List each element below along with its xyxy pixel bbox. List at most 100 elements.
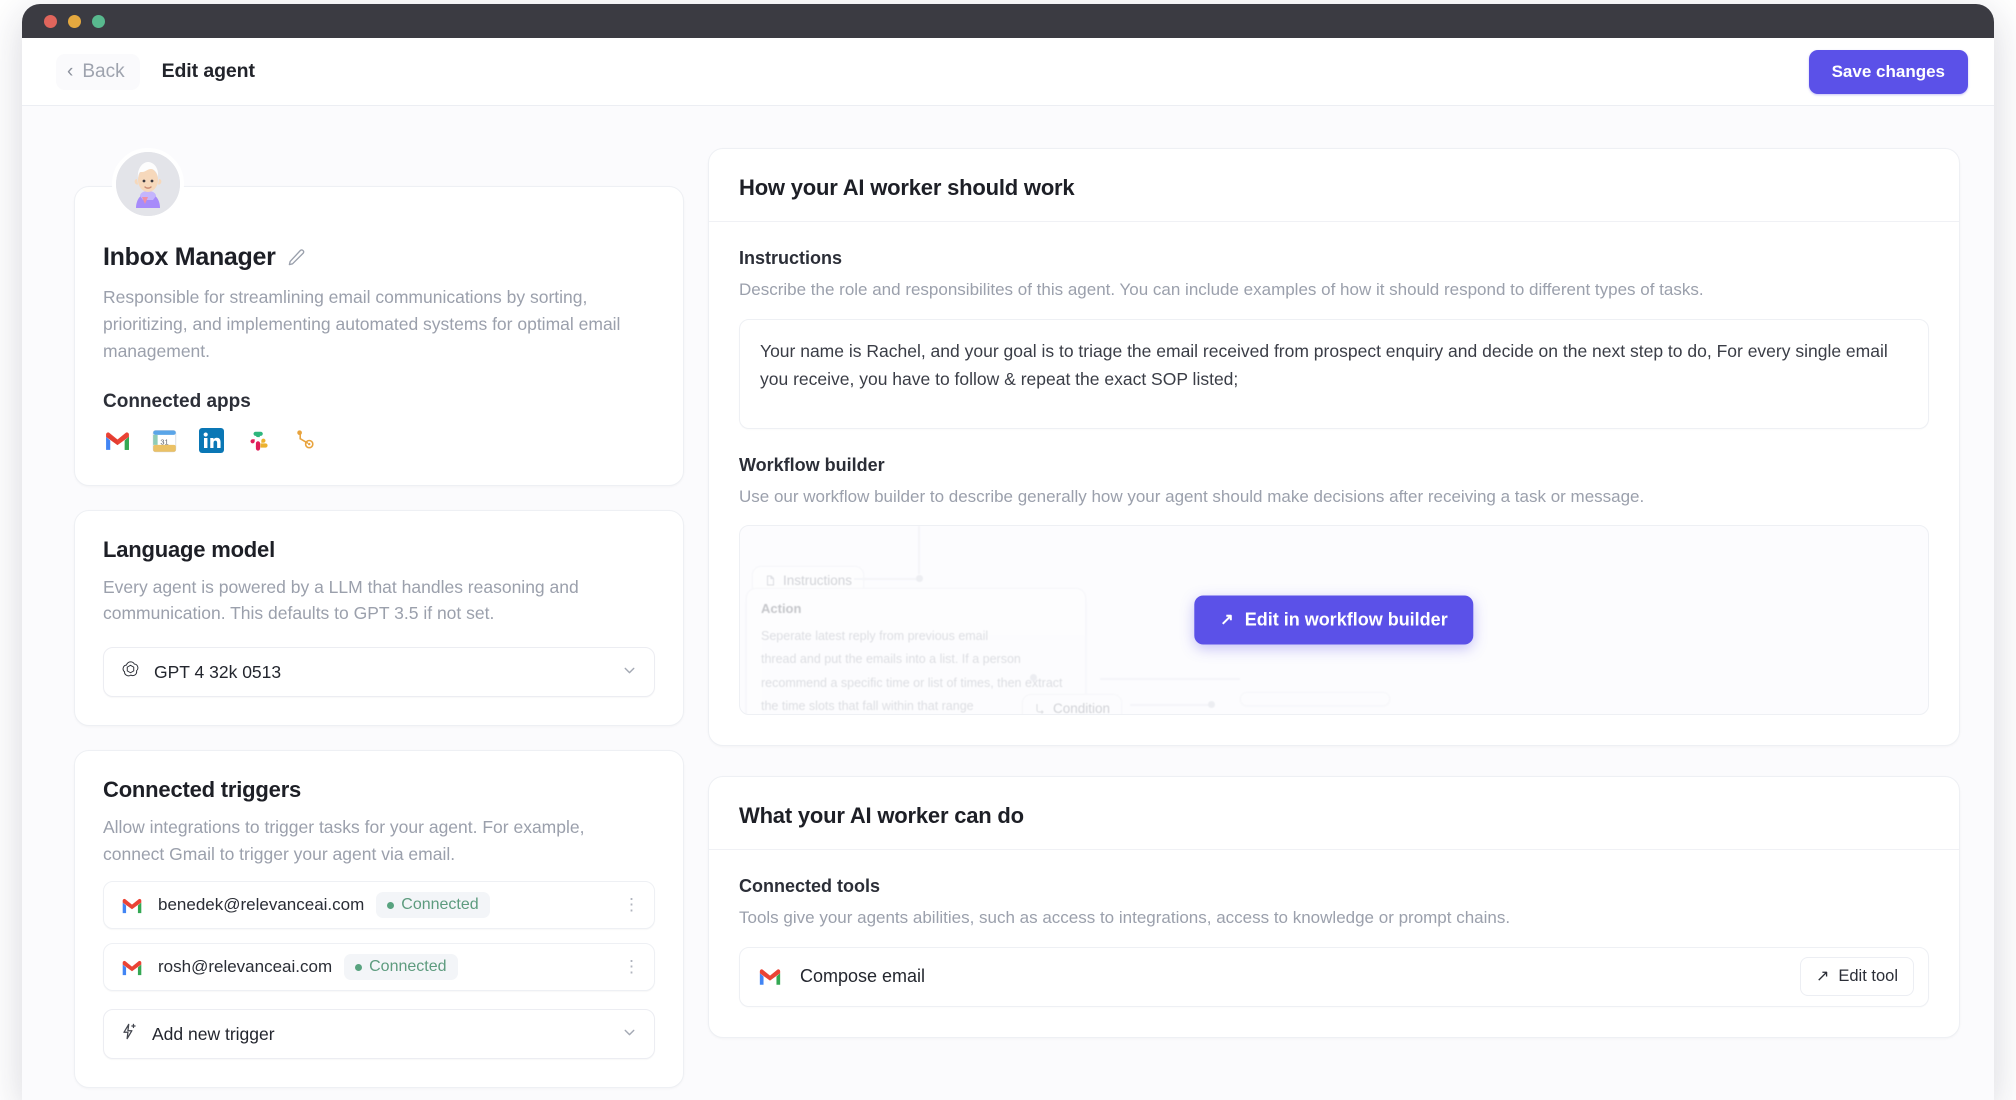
edit-tool-label: Edit tool <box>1838 967 1898 986</box>
agent-name-row: Inbox Manager <box>103 243 655 272</box>
instructions-value: Your name is Rachel, and your goal is to… <box>760 340 1888 389</box>
back-button-label: Back <box>82 60 125 82</box>
tool-name: Compose email <box>800 966 926 987</box>
language-model-description: Every agent is powered by a LLM that han… <box>103 576 579 624</box>
status-badge: Connected <box>344 954 458 981</box>
kebab-menu-icon[interactable]: ⋮ <box>623 896 640 913</box>
trigger-row[interactable]: benedek@relevanceai.com Connected ⋮ <box>103 881 655 930</box>
add-new-trigger-label: Add new trigger <box>152 1023 275 1044</box>
wf-connector <box>918 526 920 575</box>
language-model-title: Language model <box>103 536 275 562</box>
connected-triggers-description: Allow integrations to trigger tasks for … <box>103 817 585 864</box>
connected-tools-label: Connected tools <box>739 876 881 897</box>
app-body: Inbox Manager Responsible for streamlini… <box>22 106 1994 1100</box>
panel-title: What your AI worker can do <box>739 803 1024 829</box>
branch-icon <box>1036 704 1044 715</box>
language-model-select[interactable]: GPT 4 32k 0513 <box>103 647 655 697</box>
chevron-down-icon <box>621 1024 638 1045</box>
instructions-input[interactable]: Your name is Rachel, and your goal is to… <box>739 318 1929 429</box>
minimize-window-icon[interactable] <box>68 14 81 28</box>
avatar-illustration <box>116 152 180 216</box>
save-changes-button[interactable]: Save changes <box>1808 49 1968 94</box>
connected-triggers-title: Connected triggers <box>103 777 302 802</box>
instructions-help: Describe the role and responsibilites of… <box>739 280 1704 299</box>
slack-icon[interactable] <box>244 427 272 455</box>
wf-card-line: thread and put the emails into a list. I… <box>761 652 1021 667</box>
trigger-email: rosh@relevanceai.com <box>158 957 333 977</box>
connected-triggers-card: Connected triggers Allow integrations to… <box>74 750 684 1089</box>
wf-card-title: Action <box>761 601 802 617</box>
wf-node-condition-label: Condition <box>1053 701 1111 716</box>
gmail-icon <box>118 891 146 919</box>
panel-title: How your AI worker should work <box>739 175 1075 200</box>
screen: ‹ Back Edit agent Save changes Inbox Man… <box>0 0 2016 1100</box>
edit-in-workflow-builder-button[interactable]: ↗ Edit in workflow builder <box>1194 595 1474 645</box>
google-calendar-icon[interactable]: 31 <box>150 427 178 455</box>
chevron-down-icon <box>621 662 638 683</box>
agent-avatar <box>112 148 184 220</box>
connected-apps-list: 31 <box>103 427 655 455</box>
hubspot-icon[interactable] <box>291 427 319 455</box>
language-model-card: Language model Every agent is powered by… <box>74 509 684 726</box>
trigger-email: benedek@relevanceai.com <box>158 895 365 915</box>
agent-description: Responsible for streamlining email commu… <box>103 287 621 361</box>
gmail-icon[interactable] <box>103 427 131 455</box>
wf-connector <box>854 578 920 580</box>
edit-in-workflow-builder-label: Edit in workflow builder <box>1244 609 1448 630</box>
connected-apps-label: Connected apps <box>103 390 251 412</box>
panel-body: Instructions Describe the role and respo… <box>709 222 1959 745</box>
agent-name: Inbox Manager <box>103 243 276 271</box>
lightning-plus-icon <box>120 1022 139 1046</box>
gmail-icon <box>756 963 784 991</box>
browser-window: ‹ Back Edit agent Save changes Inbox Man… <box>22 4 1994 1100</box>
wf-connector-dot <box>1208 701 1215 709</box>
back-button[interactable]: ‹ Back <box>56 53 140 90</box>
arrow-up-right-icon: ↗ <box>1220 611 1234 629</box>
wf-card-line: recommend a specific time or list of tim… <box>761 675 1063 690</box>
status-dot-icon <box>355 963 363 971</box>
panel-header: How your AI worker should work <box>709 149 1959 222</box>
wf-connector-dot <box>916 575 923 583</box>
maximize-window-icon[interactable] <box>92 14 105 28</box>
workflow-builder-label: Workflow builder <box>739 454 885 475</box>
status-label: Connected <box>369 958 447 976</box>
status-badge: Connected <box>376 892 490 919</box>
right-column: How your AI worker should work Instructi… <box>708 148 1960 1100</box>
wf-node-extra <box>1240 692 1390 707</box>
edit-tool-button[interactable]: ↗ Edit tool <box>1799 957 1914 997</box>
wf-card-line: Seperate latest reply from previous emai… <box>761 629 989 644</box>
pencil-icon[interactable] <box>287 248 306 267</box>
page-title: Edit agent <box>161 60 255 82</box>
what-worker-can-do-panel: What your AI worker can do Connected too… <box>708 776 1960 1038</box>
gmail-icon <box>118 953 146 981</box>
kebab-menu-icon[interactable]: ⋮ <box>623 958 640 975</box>
workflow-builder-help: Use our workflow builder to describe gen… <box>739 486 1645 506</box>
wf-connector <box>1130 704 1210 706</box>
arrow-up-right-icon: ↗ <box>1815 967 1830 985</box>
tool-row[interactable]: Compose email ↗ Edit tool <box>739 946 1929 1007</box>
wf-connector <box>1100 678 1240 680</box>
add-new-trigger-select[interactable]: Add new trigger <box>103 1009 655 1060</box>
instructions-label: Instructions <box>739 248 843 268</box>
left-column: Inbox Manager Responsible for streamlini… <box>74 148 684 1100</box>
close-window-icon[interactable] <box>44 14 57 28</box>
panel-header: What your AI worker can do <box>709 777 1959 851</box>
svg-text:31: 31 <box>160 438 168 447</box>
linkedin-icon[interactable] <box>197 427 225 455</box>
connected-tools-help: Tools give your agents abilities, such a… <box>739 908 1511 928</box>
document-icon <box>767 575 774 586</box>
chevron-left-icon: ‹ <box>67 61 74 82</box>
how-worker-should-work-panel: How your AI worker should work Instructi… <box>708 148 1960 747</box>
status-dot-icon <box>387 901 395 909</box>
workflow-preview[interactable]: Instructions Action Seperate latest repl… <box>739 525 1929 716</box>
agent-profile-card: Inbox Manager Responsible for streamlini… <box>74 186 684 486</box>
language-model-value: GPT 4 32k 0513 <box>154 661 282 682</box>
app-header: ‹ Back Edit agent Save changes <box>22 38 1994 106</box>
trigger-row[interactable]: rosh@relevanceai.com Connected ⋮ <box>103 943 655 992</box>
wf-node-condition: Condition <box>1022 694 1123 716</box>
panel-body: Connected tools Tools give your agents a… <box>709 850 1959 1037</box>
openai-icon <box>120 659 141 685</box>
window-titlebar <box>22 4 1994 38</box>
